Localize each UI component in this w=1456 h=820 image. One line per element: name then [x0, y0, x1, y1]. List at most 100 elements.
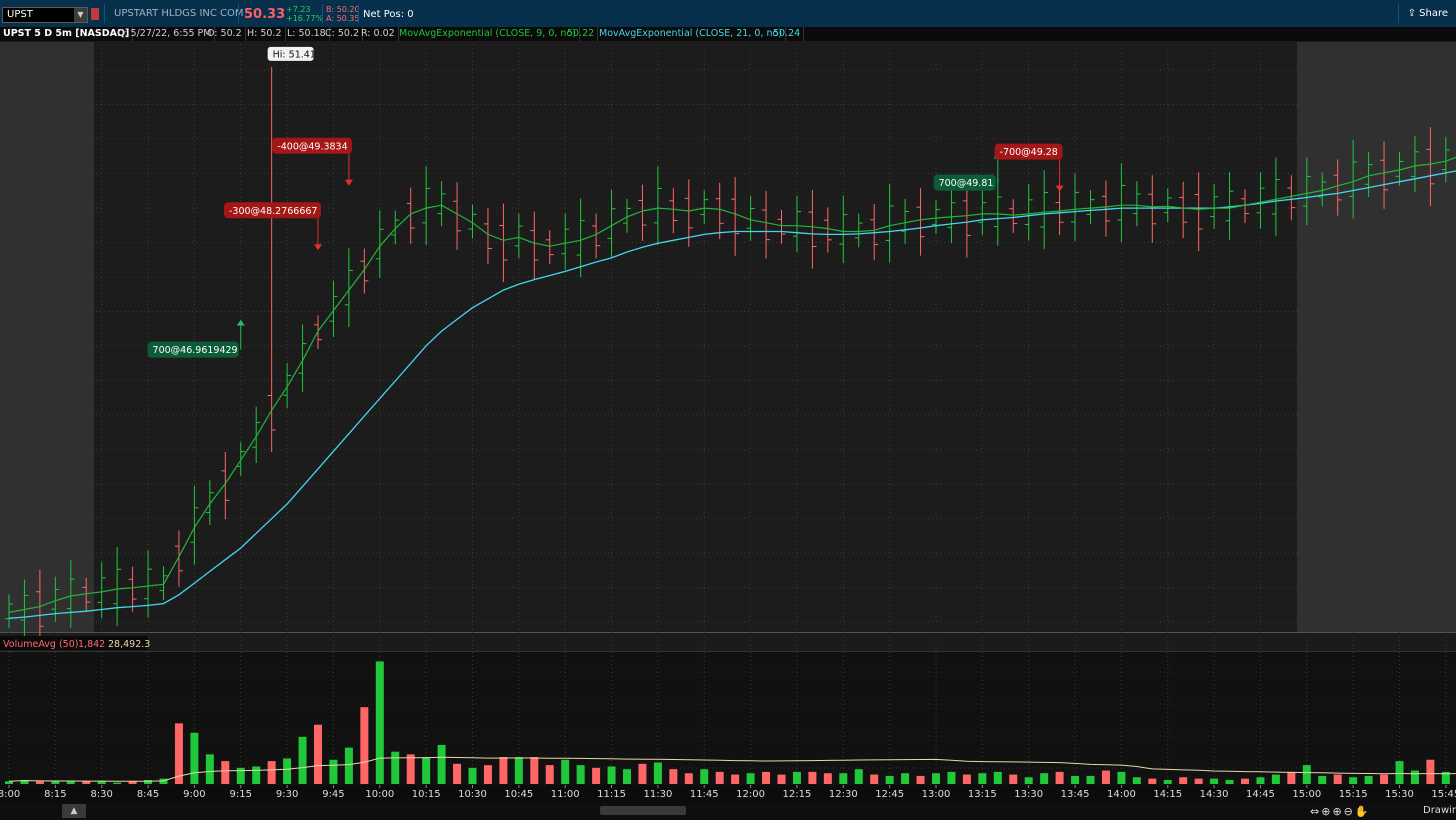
afterhours-shade [1297, 42, 1456, 632]
premarket-shade [0, 42, 94, 632]
volume-bar [1086, 775, 1095, 784]
volume-bar [1380, 774, 1389, 784]
x-tick-label: 14:45 [1246, 789, 1275, 800]
volume-bar [1349, 777, 1358, 784]
volume-bar [453, 763, 462, 784]
volume-bar [375, 661, 384, 784]
volume-bar [1148, 778, 1157, 784]
volume-bar [530, 757, 539, 784]
sell-label-text: -300@48.2766667 [229, 206, 317, 217]
x-tick-label: 10:45 [504, 789, 533, 800]
volume-bar [576, 765, 585, 784]
x-tick-label: 15:00 [1292, 789, 1321, 800]
volume-bar [66, 781, 75, 784]
volume-bar [205, 754, 214, 784]
volume-bar [1040, 773, 1049, 784]
zoom-tools[interactable]: ⇔⊕⊕⊖✋ [1310, 805, 1371, 818]
volume-bar [885, 775, 894, 784]
x-tick-label: 9:45 [322, 789, 344, 800]
x-tick-label: 13:00 [922, 789, 951, 800]
volume-bar [653, 762, 662, 784]
volume-bar [623, 769, 631, 784]
pan-icon[interactable]: ⇔ [1310, 805, 1321, 818]
x-tick-label: 15:45 [1431, 789, 1456, 800]
volume-bar [174, 723, 183, 784]
volume-bar [360, 707, 369, 784]
volume-bar [1210, 778, 1219, 784]
scrollbar-thumb[interactable] [600, 806, 686, 815]
x-tick-label: 10:15 [412, 789, 441, 800]
volume-bar [684, 773, 693, 784]
volume-bar [35, 781, 44, 784]
volume-header: VolumeAvg (50) 1,842 28,492.3 [0, 636, 150, 650]
volume-bar [344, 747, 353, 784]
volume-bar [607, 766, 616, 784]
x-tick-label: 12:00 [736, 789, 765, 800]
volume-bar [391, 751, 400, 784]
volume-bar [329, 759, 338, 784]
volume-bar [1179, 777, 1188, 784]
volume-bar [422, 757, 431, 784]
x-tick-label: 10:30 [458, 789, 487, 800]
x-tick-label: 9:15 [230, 789, 252, 800]
volume-bar [1024, 777, 1033, 784]
sell-label-text: -400@49.3834 [277, 141, 347, 152]
volume-bar [792, 771, 801, 784]
volume-bar [715, 771, 724, 784]
volume-bar [993, 771, 1002, 784]
volume-bar [1241, 778, 1249, 784]
x-tick-label: 8:00 [0, 789, 20, 800]
volume-bar [252, 766, 261, 784]
zoom-out-icon[interactable]: ⊖ [1344, 805, 1355, 818]
volume-bar [823, 773, 832, 784]
volume-bar [514, 757, 523, 784]
volume-bar [1132, 777, 1141, 784]
volume-bar [962, 774, 971, 784]
bottom-toolbar: ▲ ⇔⊕⊕⊖✋ Drawings [0, 803, 1456, 820]
x-tick-label: 8:45 [137, 789, 159, 800]
volume-bar [483, 765, 492, 784]
session-area [94, 42, 1297, 632]
volume-bar [839, 773, 848, 784]
volume-bar [1410, 770, 1419, 784]
volume-bar [638, 763, 647, 784]
x-tick-label: 12:30 [829, 789, 858, 800]
volume-bar [808, 771, 817, 784]
price-chart[interactable]: Hi: 51.41 700@46.9619429 -300@48.2766667 -… [0, 0, 1456, 803]
volume-bar [314, 724, 322, 784]
volume-bar [870, 774, 879, 784]
volume-bar [51, 781, 60, 784]
x-tick-label: 11:45 [690, 789, 719, 800]
volume-value: 1,842 [78, 639, 105, 650]
volume-bar [777, 774, 786, 784]
volume-bar [1256, 777, 1265, 784]
x-tick-label: 13:15 [968, 789, 997, 800]
volume-bar [1225, 779, 1234, 784]
zoom-in-icon[interactable]: ⊕ [1332, 805, 1343, 818]
volume-bar [1426, 759, 1435, 784]
volume-bar [1009, 774, 1018, 784]
x-tick-label: 15:15 [1339, 789, 1368, 800]
high-label-text: Hi: 51.41 [273, 49, 316, 60]
volume-bar [283, 758, 292, 784]
drawings-button[interactable]: Drawings [1423, 805, 1456, 816]
volume-avg-label[interactable]: VolumeAvg (50) [3, 639, 78, 650]
volume-bar [298, 736, 307, 784]
volume-avg-value: 28,492.3 [108, 639, 150, 650]
expand-icon[interactable]: ▲ [62, 804, 86, 818]
volume-bar [144, 779, 153, 784]
volume-bar [1302, 765, 1311, 784]
hand-icon[interactable]: ✋ [1355, 805, 1371, 818]
high-label: Hi: 51.41 [267, 46, 316, 61]
volume-bar [1287, 771, 1296, 784]
volume-bar [5, 781, 13, 784]
volume-bar [190, 732, 199, 784]
crosshair-icon[interactable]: ⊕ [1321, 805, 1332, 818]
x-tick-label: 9:00 [183, 789, 205, 800]
volume-bar [932, 773, 940, 784]
x-tick-label: 8:15 [44, 789, 66, 800]
volume-bar [592, 767, 601, 784]
volume-bar [1364, 775, 1373, 784]
buy-label-text: 700@46.9619429 [153, 345, 238, 356]
x-tick-label: 13:30 [1014, 789, 1043, 800]
